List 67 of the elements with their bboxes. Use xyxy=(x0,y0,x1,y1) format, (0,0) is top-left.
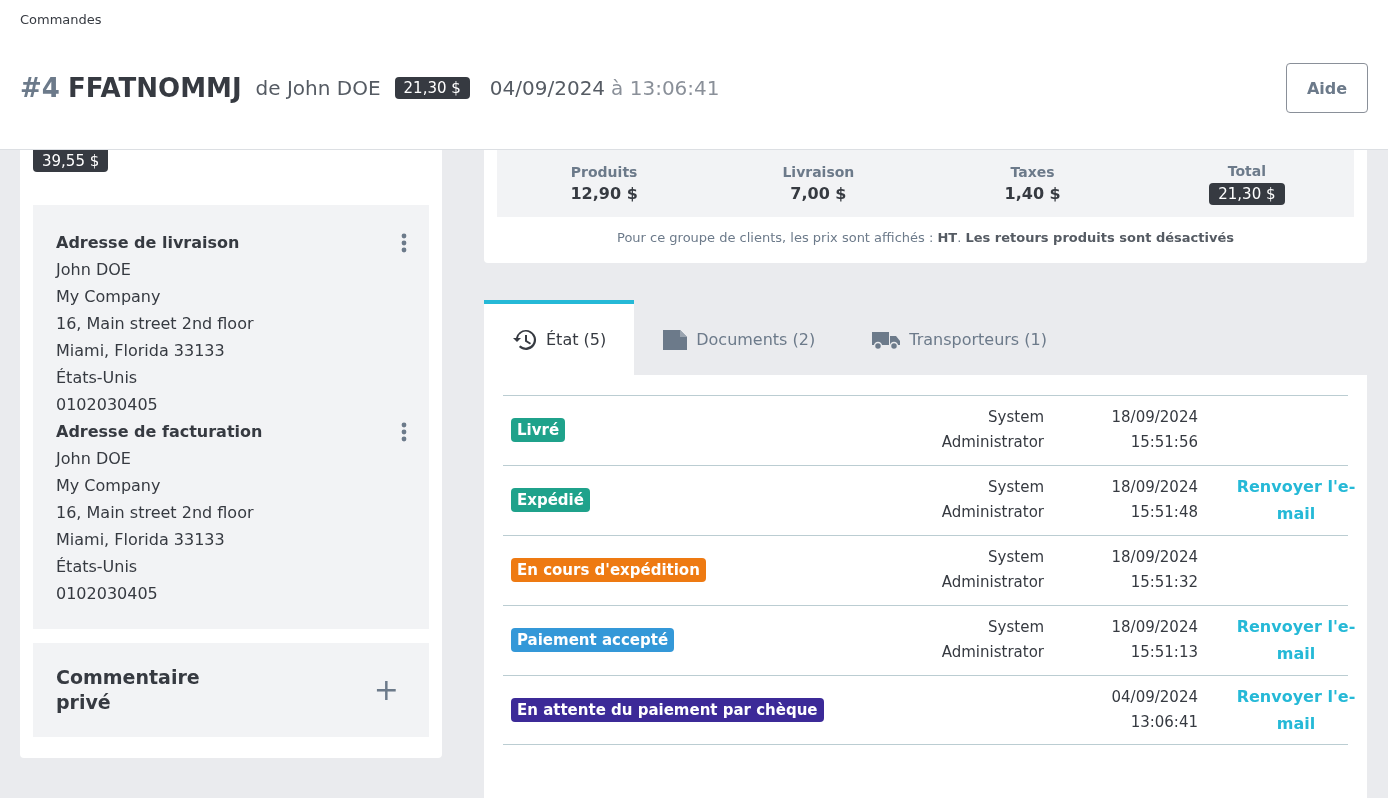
order-reference: FFATNOMMJ xyxy=(67,73,242,103)
history-time: 15:51:56 xyxy=(1130,432,1198,453)
address-line: Miami, Florida 33133 xyxy=(56,340,226,362)
breadcrumb-link[interactable]: Commandes xyxy=(20,12,1368,27)
help-button[interactable]: Aide xyxy=(1286,63,1368,113)
history-time: 13:06:41 xyxy=(1130,711,1198,733)
history-date: 18/09/2024 xyxy=(1111,547,1198,568)
status-badge: Paiement accepté xyxy=(511,628,675,652)
status-badge: En cours d'expédition xyxy=(511,558,706,582)
summary-value: 12,90 $ xyxy=(570,184,638,203)
status-badge: En attente du paiement par chèque xyxy=(511,697,824,722)
address-line: 0102030405 xyxy=(56,394,159,416)
address-line: John DOE xyxy=(56,448,132,470)
comment-title: Commentaire privé xyxy=(56,665,201,715)
address-line: Miami, Florida 33133 xyxy=(56,529,226,551)
resend-email-link[interactable]: Renvoyer l'e-mail xyxy=(1236,682,1356,737)
resend-email-link[interactable]: Renvoyer l'e-mail xyxy=(1236,613,1356,667)
summary-label: Total xyxy=(1227,162,1266,179)
address-line: John DOE xyxy=(56,259,132,281)
history-icon xyxy=(512,327,538,352)
employee-name: System xyxy=(988,617,1044,638)
history-date: 18/09/2024 xyxy=(1111,407,1198,428)
tab[interactable]: État (5) xyxy=(484,300,635,375)
order-date: 04/09/2024 xyxy=(489,76,606,100)
document-icon xyxy=(662,328,689,351)
tab[interactable]: Transporteurs (1) xyxy=(843,300,1075,375)
address-line: États-Unis xyxy=(56,556,139,578)
more-options-icon[interactable] xyxy=(401,232,407,253)
summary-label: Produits xyxy=(570,164,638,180)
employee-name: Administrator xyxy=(941,642,1044,663)
summary-value: 7,00 $ xyxy=(790,184,847,203)
history-time: 15:51:13 xyxy=(1130,642,1198,663)
summary-value: 1,40 $ xyxy=(1004,184,1061,203)
employee-name: System xyxy=(988,407,1044,428)
history-time: 15:51:48 xyxy=(1130,502,1198,523)
more-options-icon[interactable] xyxy=(401,421,407,442)
employee-name: Administrator xyxy=(941,432,1044,453)
address-line: My Company xyxy=(56,475,162,497)
order-number: #4 xyxy=(20,73,60,103)
total-badge: 21,30 $ xyxy=(394,77,470,99)
address-title: Adresse de livraison xyxy=(56,232,240,254)
address-line: 16, Main street 2nd floor xyxy=(56,313,255,335)
employee-name: System xyxy=(988,477,1044,498)
summary-total-badge: 21,30 $ xyxy=(1209,182,1285,205)
status-badge: Expédié xyxy=(511,488,590,512)
address-title: Adresse de facturation xyxy=(56,421,263,443)
history-date: 18/09/2024 xyxy=(1111,617,1198,638)
history-time: 15:51:32 xyxy=(1130,572,1198,593)
price-note: Pour ce groupe de clients, les prix sont affichés : HT. Les retours produits sont désactivés xyxy=(616,230,1235,245)
address-line: 0102030405 xyxy=(56,583,159,605)
history-date: 04/09/2024 xyxy=(1111,686,1198,708)
history-date: 18/09/2024 xyxy=(1111,477,1198,498)
resend-email-link[interactable]: Renvoyer l'e-mail xyxy=(1236,473,1356,527)
tab[interactable]: Documents (2) xyxy=(634,300,844,375)
employee-name: System xyxy=(988,547,1044,568)
address-line: 16, Main street 2nd floor xyxy=(56,502,255,524)
address-line: My Company xyxy=(56,286,162,308)
spent-badge: 39,55 $ xyxy=(33,150,109,172)
order-time: à 13:06:41 xyxy=(611,76,720,100)
customer-name: de John DOE xyxy=(255,76,381,100)
summary-label: Taxes xyxy=(1010,164,1055,180)
employee-name: Administrator xyxy=(941,502,1044,523)
summary-label: Livraison xyxy=(782,164,855,180)
address-line: États-Unis xyxy=(56,367,139,389)
add-comment-button[interactable]: + xyxy=(373,675,399,705)
status-badge: Livré xyxy=(511,418,566,442)
employee-name: Administrator xyxy=(941,572,1044,593)
